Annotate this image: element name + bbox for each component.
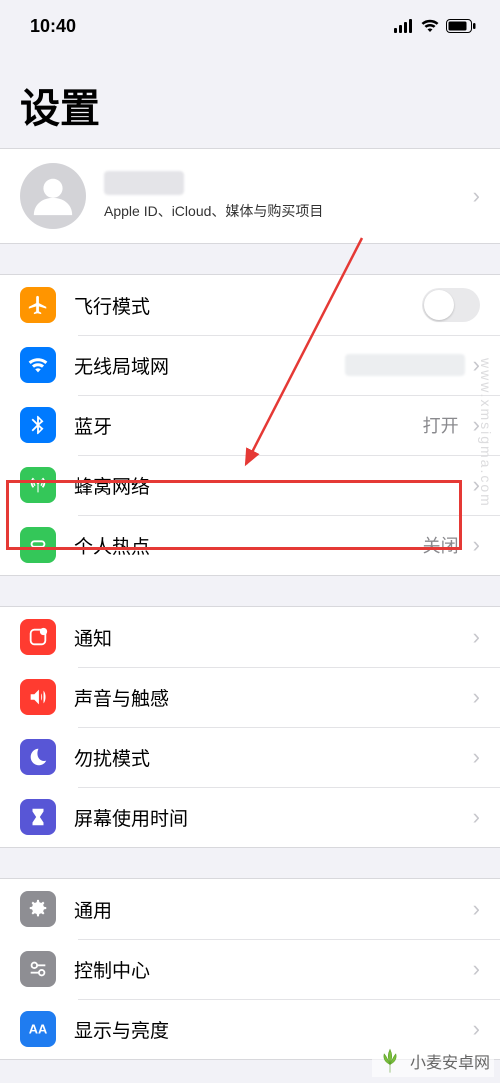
chevron-right-icon: › (473, 744, 480, 770)
chevron-right-icon: › (473, 956, 480, 982)
cellular-icon (20, 467, 56, 503)
moon-icon (20, 739, 56, 775)
airplane-toggle[interactable] (422, 288, 480, 322)
svg-text:AA: AA (29, 1022, 48, 1037)
chevron-right-icon: › (473, 684, 480, 710)
profile-subtitle: Apple ID、iCloud、媒体与购买项目 (104, 201, 465, 221)
row-label: 通用 (74, 896, 465, 923)
bluetooth-icon (20, 407, 56, 443)
row-label: 控制中心 (74, 956, 465, 983)
chevron-right-icon: › (473, 896, 480, 922)
notifications-row[interactable]: 通知 › (0, 607, 500, 667)
dnd-row[interactable]: 勿扰模式 › (0, 727, 500, 787)
watermark-text: 小麦安卓网 (410, 1049, 490, 1073)
wifi-detail-blur (345, 354, 465, 376)
chevron-right-icon: › (473, 183, 480, 209)
row-label: 屏幕使用时间 (74, 804, 465, 831)
general-row[interactable]: 通用 › (0, 879, 500, 939)
sliders-icon (20, 951, 56, 987)
display-icon: AA (20, 1011, 56, 1047)
preferences-group: 通知 › 声音与触感 › 勿扰模式 › 屏幕使用时间 › (0, 606, 500, 848)
watermark-bottom: 小麦安卓网 (372, 1045, 494, 1077)
notification-icon (20, 619, 56, 655)
row-label: 个人热点 (74, 532, 423, 559)
page-title: 设置 (0, 48, 500, 148)
battery-icon (446, 19, 476, 33)
hotspot-icon (20, 527, 56, 563)
screentime-row[interactable]: 屏幕使用时间 › (0, 787, 500, 847)
bluetooth-row[interactable]: 蓝牙 打开 › (0, 395, 500, 455)
row-detail: 打开 (423, 412, 459, 438)
cellular-row[interactable]: 蜂窝网络 › (0, 455, 500, 515)
row-label: 飞行模式 (74, 292, 422, 319)
row-detail: 关闭 (423, 532, 459, 558)
row-label: 通知 (74, 624, 465, 651)
status-time: 10:40 (30, 16, 76, 37)
sounds-row[interactable]: 声音与触感 › (0, 667, 500, 727)
status-bar: 10:40 (0, 0, 500, 48)
gear-icon (20, 891, 56, 927)
avatar (20, 163, 86, 229)
hourglass-icon (20, 799, 56, 835)
wheat-logo-icon (376, 1047, 404, 1075)
wifi-row[interactable]: 无线局域网 › (0, 335, 500, 395)
chevron-right-icon: › (473, 804, 480, 830)
row-label: 勿扰模式 (74, 744, 465, 771)
airplane-mode-row[interactable]: 飞行模式 (0, 275, 500, 335)
row-label: 无线局域网 (74, 352, 345, 379)
connectivity-group: 飞行模式 无线局域网 › 蓝牙 打开 › 蜂窝网络 › 个人热点 关闭 › (0, 274, 500, 576)
wifi-icon (420, 19, 440, 33)
chevron-right-icon: › (473, 624, 480, 650)
row-label: 蜂窝网络 (74, 472, 465, 499)
wifi-icon (20, 347, 56, 383)
airplane-icon (20, 287, 56, 323)
row-label: 蓝牙 (74, 412, 423, 439)
system-group: 通用 › 控制中心 › AA 显示与亮度 › (0, 878, 500, 1060)
control-center-row[interactable]: 控制中心 › (0, 939, 500, 999)
apple-id-row[interactable]: Apple ID、iCloud、媒体与购买项目 › (0, 149, 500, 243)
speaker-icon (20, 679, 56, 715)
cellular-signal-icon (394, 19, 414, 33)
chevron-right-icon: › (473, 1016, 480, 1042)
profile-group: Apple ID、iCloud、媒体与购买项目 › (0, 148, 500, 244)
watermark-side: www.xmsigma.com (478, 358, 494, 508)
row-label: 声音与触感 (74, 684, 465, 711)
row-label: 显示与亮度 (74, 1016, 465, 1043)
profile-name-blur (104, 171, 184, 195)
hotspot-row[interactable]: 个人热点 关闭 › (0, 515, 500, 575)
chevron-right-icon: › (473, 532, 480, 558)
status-icons (394, 19, 476, 33)
